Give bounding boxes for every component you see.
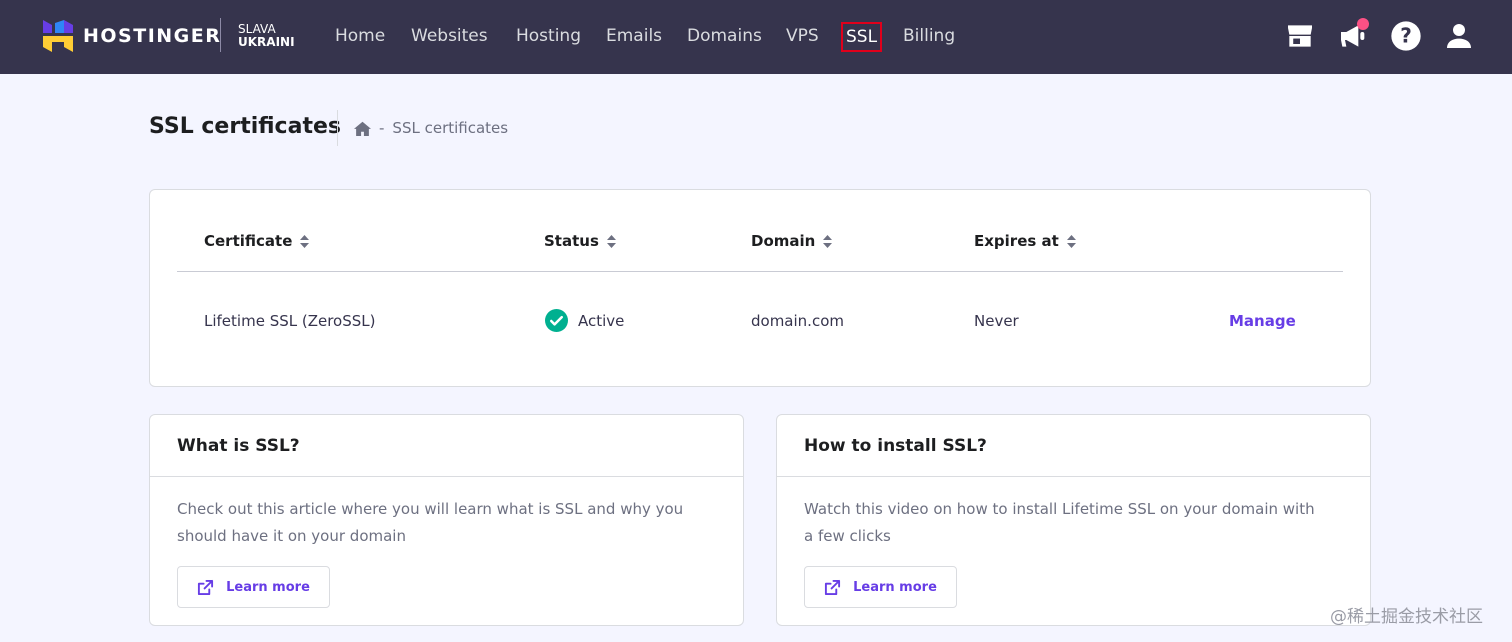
nav-billing[interactable]: Billing — [903, 25, 955, 47]
nav-emails[interactable]: Emails — [606, 25, 662, 47]
nav-vps[interactable]: VPS — [786, 25, 819, 47]
expires-cell: Never — [974, 312, 1019, 330]
logo-divider — [220, 18, 221, 52]
help-icon[interactable]: ? — [1390, 20, 1422, 52]
breadcrumb: - SSL certificates — [354, 119, 508, 137]
nav-hosting[interactable]: Hosting — [516, 25, 581, 47]
table-header-divider — [177, 271, 1343, 272]
title-separator — [337, 110, 338, 146]
status-cell: Active — [545, 309, 624, 332]
breadcrumb-current: SSL certificates — [392, 119, 509, 137]
domain-cell: domain.com — [751, 312, 844, 330]
page-title: SSL certificates — [149, 114, 341, 139]
check-circle-icon — [545, 309, 568, 332]
watermark: @稀土掘金技术社区 — [1330, 607, 1483, 627]
card-description: Watch this video on how to install Lifet… — [804, 500, 1315, 545]
nav-domains[interactable]: Domains — [687, 25, 762, 47]
column-header-domain[interactable]: Domain — [751, 232, 833, 250]
card-header: How to install SSL? — [777, 415, 1370, 477]
column-header-status[interactable]: Status — [544, 232, 616, 250]
top-navigation: HOSTINGER SLAVA UKRAINI Home Websites Ho… — [0, 0, 1512, 74]
sort-icon — [300, 234, 310, 248]
store-icon[interactable] — [1284, 20, 1316, 52]
learn-more-button[interactable]: Learn more — [804, 566, 957, 608]
card-description: Check out this article where you will le… — [177, 500, 684, 545]
user-icon[interactable] — [1443, 20, 1475, 52]
hostinger-logo[interactable]: HOSTINGER — [43, 19, 221, 53]
nav-home[interactable]: Home — [335, 25, 385, 47]
hostinger-logo-icon — [43, 20, 73, 52]
notification-dot — [1357, 18, 1369, 30]
sort-icon — [823, 234, 833, 248]
breadcrumb-separator: - — [379, 119, 385, 137]
column-label: Domain — [751, 232, 816, 250]
certificate-cell: Lifetime SSL (ZeroSSL) — [204, 312, 376, 330]
sort-icon — [606, 234, 616, 248]
nav-websites[interactable]: Websites — [411, 25, 488, 47]
external-link-icon — [825, 579, 841, 595]
learn-more-button[interactable]: Learn more — [177, 566, 330, 608]
column-header-expires[interactable]: Expires at — [974, 232, 1076, 250]
home-icon[interactable] — [354, 121, 371, 136]
what-is-ssl-card: What is SSL? Check out this article wher… — [149, 414, 744, 626]
card-title: What is SSL? — [177, 436, 300, 456]
status-text: Active — [578, 311, 625, 330]
column-label: Status — [544, 232, 599, 250]
how-to-install-ssl-card: How to install SSL? Watch this video on … — [776, 414, 1371, 626]
learn-more-label: Learn more — [853, 579, 937, 595]
card-header: What is SSL? — [150, 415, 743, 477]
ssl-table-card: Certificate Status Domain Expires at Lif… — [149, 189, 1371, 387]
svg-text:?: ? — [1400, 24, 1412, 48]
manage-link[interactable]: Manage — [1229, 312, 1296, 330]
sort-icon — [1066, 234, 1076, 248]
logo-wordmark: HOSTINGER — [83, 25, 222, 47]
column-header-certificate[interactable]: Certificate — [204, 232, 310, 250]
learn-more-label: Learn more — [226, 579, 310, 595]
column-label: Certificate — [204, 232, 293, 250]
nav-ssl[interactable]: SSL — [841, 22, 883, 52]
slava-ukraini-label: SLAVA UKRAINI — [238, 23, 295, 49]
slava-line-2: UKRAINI — [238, 35, 295, 49]
external-link-icon — [198, 579, 214, 595]
column-label: Expires at — [974, 232, 1059, 250]
card-title: How to install SSL? — [804, 436, 987, 456]
